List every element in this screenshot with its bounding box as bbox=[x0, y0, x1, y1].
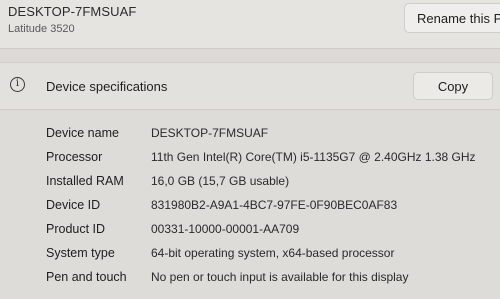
info-icon: i bbox=[10, 77, 25, 92]
spec-label: Processor bbox=[46, 150, 103, 164]
spec-value: 11th Gen Intel(R) Core(TM) i5-1135G7 @ 2… bbox=[151, 150, 476, 164]
spec-row-installed-ram: Installed RAM 16,0 GB (15,7 GB usable) bbox=[0, 174, 500, 194]
spec-value: DESKTOP-7FMSUAF bbox=[151, 126, 269, 140]
spec-label: Pen and touch bbox=[46, 270, 127, 284]
spec-label: Device name bbox=[46, 126, 119, 140]
device-specifications-header[interactable]: i Device specifications Copy bbox=[0, 63, 500, 110]
spec-value: 831980B2-A9A1-4BC7-97FE-0F90BEC0AF83 bbox=[151, 198, 398, 212]
spec-row-processor: Processor 11th Gen Intel(R) Core(TM) i5-… bbox=[0, 150, 500, 170]
device-specifications-card: i Device specifications Copy Device name… bbox=[0, 62, 500, 299]
spec-value: 16,0 GB (15,7 GB usable) bbox=[151, 174, 290, 188]
device-specifications-title: Device specifications bbox=[46, 79, 168, 94]
spec-row-device-id: Device ID 831980B2-A9A1-4BC7-97FE-0F90BE… bbox=[0, 198, 500, 218]
spec-row-pen-and-touch: Pen and touch No pen or touch input is a… bbox=[0, 270, 500, 290]
spec-row-device-name: Device name DESKTOP-7FMSUAF bbox=[0, 126, 500, 146]
spec-value: No pen or touch input is available for t… bbox=[151, 270, 409, 284]
device-header-card: DESKTOP-7FMSUAF Latitude 3520 Rename thi… bbox=[0, 0, 500, 49]
spec-row-system-type: System type 64-bit operating system, x64… bbox=[0, 246, 500, 266]
spec-label: System type bbox=[46, 246, 115, 260]
spec-label: Device ID bbox=[46, 198, 101, 212]
spec-value: 00331-10000-00001-AA709 bbox=[151, 222, 300, 236]
device-name-title: DESKTOP-7FMSUAF bbox=[8, 4, 137, 19]
spec-label: Product ID bbox=[46, 222, 106, 236]
spec-value: 64-bit operating system, x64-based proce… bbox=[151, 246, 395, 260]
device-model: Latitude 3520 bbox=[8, 23, 75, 35]
copy-button[interactable]: Copy bbox=[413, 72, 493, 100]
spec-row-product-id: Product ID 00331-10000-00001-AA709 bbox=[0, 222, 500, 242]
spec-label: Installed RAM bbox=[46, 174, 124, 188]
rename-pc-button[interactable]: Rename this PC bbox=[404, 3, 500, 33]
